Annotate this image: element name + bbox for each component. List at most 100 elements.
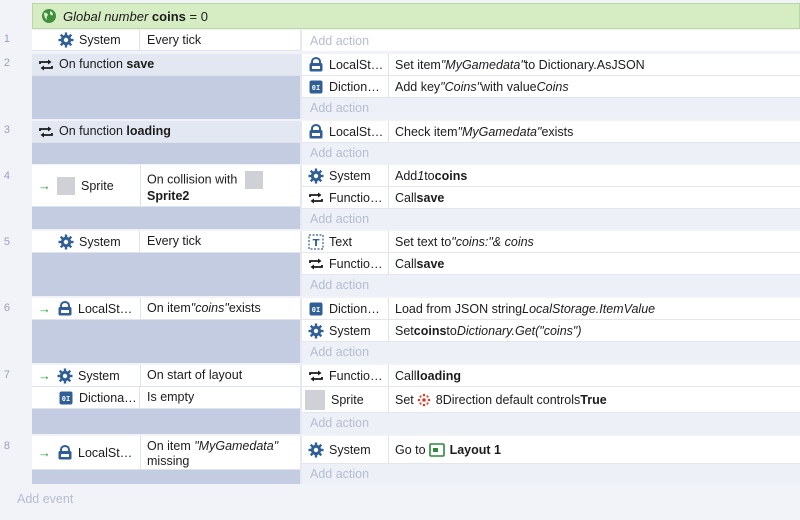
function-save[interactable]: On function save xyxy=(32,54,300,76)
event-number: 1 xyxy=(3,33,10,45)
function-label: On function xyxy=(59,57,123,71)
condition-localstorage-item-missing[interactable]: → LocalSt… On item "MyGamedata" missing xyxy=(32,436,300,470)
sprite2-thumbnail xyxy=(244,171,263,189)
condition-system-every-tick[interactable]: System Every tick xyxy=(32,30,300,51)
action-object: Text xyxy=(329,234,352,249)
condition-dictionary-empty[interactable]: Dictiona… Is empty xyxy=(32,387,300,409)
condition-localstorage-item-exists[interactable]: → LocalSt… On item "coins" exists xyxy=(32,298,300,320)
event-number: 7 xyxy=(3,369,10,381)
condition-object: System xyxy=(79,33,121,47)
dictionary-icon xyxy=(59,391,73,404)
action-row[interactable]: Functio… Call loading xyxy=(302,365,800,387)
event-number: 8 xyxy=(3,440,10,452)
action-object: System xyxy=(329,442,371,457)
global-var-name: coins xyxy=(151,8,186,24)
condition-object: Sprite xyxy=(81,178,114,193)
action-text: Load from JSON string LocalStorage.ItemV… xyxy=(395,301,656,316)
action-text: Add key "Coins" with value Coins xyxy=(395,79,569,94)
action-object: Diction… xyxy=(329,301,380,316)
add-action-link[interactable]: Add action xyxy=(302,464,800,484)
action-object: LocalSt… xyxy=(329,57,384,72)
action-row[interactable]: System Set coins to Dictionary.Get("coin… xyxy=(302,320,800,342)
function-loop-icon xyxy=(309,191,323,204)
condition-object: LocalSt… xyxy=(78,445,133,460)
event-number: 4 xyxy=(3,170,10,182)
add-action-link[interactable]: Add action xyxy=(302,30,800,51)
action-row[interactable]: Diction… Add key "Coins" with value Coin… xyxy=(302,76,800,98)
condition-text: Every tick xyxy=(147,32,202,47)
condition-start-of-layout[interactable]: → System On start of layout xyxy=(32,365,300,387)
event-number: 3 xyxy=(3,124,10,136)
action-text: Go to Layout 1 xyxy=(395,442,501,457)
add-action-link[interactable]: Add action xyxy=(302,209,800,229)
add-action-link[interactable]: Add action xyxy=(302,143,800,163)
action-object: LocalSt… xyxy=(329,124,384,139)
event-5[interactable]: System Every tick Text Set text to "coin… xyxy=(32,231,800,296)
trigger-arrow-icon: → xyxy=(38,445,51,460)
event-number: 5 xyxy=(3,236,10,248)
action-row[interactable]: System Add 1 to coins xyxy=(302,165,800,187)
action-object: System xyxy=(329,168,371,183)
action-text: Call loading xyxy=(395,368,461,383)
condition-system-every-tick[interactable]: System Every tick xyxy=(32,231,300,253)
condition-text: On item "coins" exists xyxy=(147,301,261,315)
action-row[interactable]: System Go to Layout 1 xyxy=(302,436,800,464)
sprite-thumbnail xyxy=(305,389,325,410)
trigger-arrow-icon: → xyxy=(38,178,51,193)
event-7[interactable]: → System On start of layout Dictiona… Is… xyxy=(32,365,800,434)
globe-icon xyxy=(42,9,56,23)
action-text: Call save xyxy=(395,190,445,205)
event-4[interactable]: → Sprite On collision with Sprite2 Syste… xyxy=(32,165,800,229)
action-text: Set 8Direction default controls True xyxy=(395,392,607,407)
action-text: Set text to "coins:"& coins xyxy=(395,234,534,249)
event-2[interactable]: On function save LocalSt… Set item "MyGa… xyxy=(32,54,800,119)
global-var-prefix: Global number xyxy=(63,8,149,24)
trigger-arrow-icon: → xyxy=(38,368,51,383)
global-variable-row[interactable]: Global number coins = 0 xyxy=(32,3,800,29)
global-var-value: = 0 xyxy=(189,8,208,24)
event-6[interactable]: → LocalSt… On item "coins" exists Dictio… xyxy=(32,298,800,363)
event-8[interactable]: → LocalSt… On item "MyGamedata" missing S… xyxy=(32,436,800,484)
function-loading[interactable]: On function loading xyxy=(32,121,300,143)
8direction-icon xyxy=(417,393,431,406)
text-object-icon xyxy=(308,233,324,250)
action-text: Add 1 to coins xyxy=(395,168,468,183)
localstorage-icon xyxy=(308,123,324,139)
event-3[interactable]: On function loading LocalSt… Check item … xyxy=(32,121,800,164)
add-event-link[interactable]: Add event xyxy=(17,492,73,506)
dictionary-icon xyxy=(309,80,323,93)
localstorage-icon xyxy=(308,56,324,72)
action-text: Check item "MyGamedata" exists xyxy=(395,124,574,139)
action-row[interactable]: LocalSt… Set item "MyGamedata" to Dictio… xyxy=(302,54,800,76)
gear-icon xyxy=(57,368,73,383)
function-loop-icon xyxy=(39,58,53,71)
action-row[interactable]: Sprite Set 8Direction default controls T… xyxy=(302,387,800,413)
condition-sprite-collision[interactable]: → Sprite On collision with Sprite2 xyxy=(32,165,300,207)
action-object: Diction… xyxy=(329,79,380,94)
action-row[interactable]: Text Set text to "coins:"& coins xyxy=(302,231,800,253)
add-action-link[interactable]: Add action xyxy=(302,413,800,433)
gear-icon xyxy=(58,234,74,249)
action-row[interactable]: Functio… Call save xyxy=(302,187,800,209)
condition-object: Dictiona… xyxy=(79,390,137,405)
action-row[interactable]: Diction… Load from JSON string LocalStor… xyxy=(302,298,800,320)
add-action-link[interactable]: Add action xyxy=(302,98,800,118)
gear-icon xyxy=(308,323,324,338)
trigger-arrow-icon: → xyxy=(38,301,51,316)
gear-icon xyxy=(308,168,324,183)
action-row[interactable]: LocalSt… Check item "MyGamedata" exists xyxy=(302,121,800,143)
condition-target: Sprite2 xyxy=(147,189,190,203)
function-loop-icon xyxy=(309,257,323,270)
action-text: Call save xyxy=(395,256,445,271)
action-row[interactable]: Functio… Call save xyxy=(302,253,800,275)
gear-icon xyxy=(58,32,74,48)
condition-text: On collision with xyxy=(147,172,238,187)
action-object: Functio… xyxy=(329,256,383,271)
condition-text: On item "MyGamedata" missing xyxy=(147,439,279,468)
add-action-link[interactable]: Add action xyxy=(302,342,800,362)
condition-text: On start of layout xyxy=(147,368,243,382)
add-action-link[interactable]: Add action xyxy=(302,275,800,295)
event-1[interactable]: System Every tick Add action xyxy=(32,30,800,51)
localstorage-icon xyxy=(57,300,73,316)
event-number: 6 xyxy=(3,302,10,314)
